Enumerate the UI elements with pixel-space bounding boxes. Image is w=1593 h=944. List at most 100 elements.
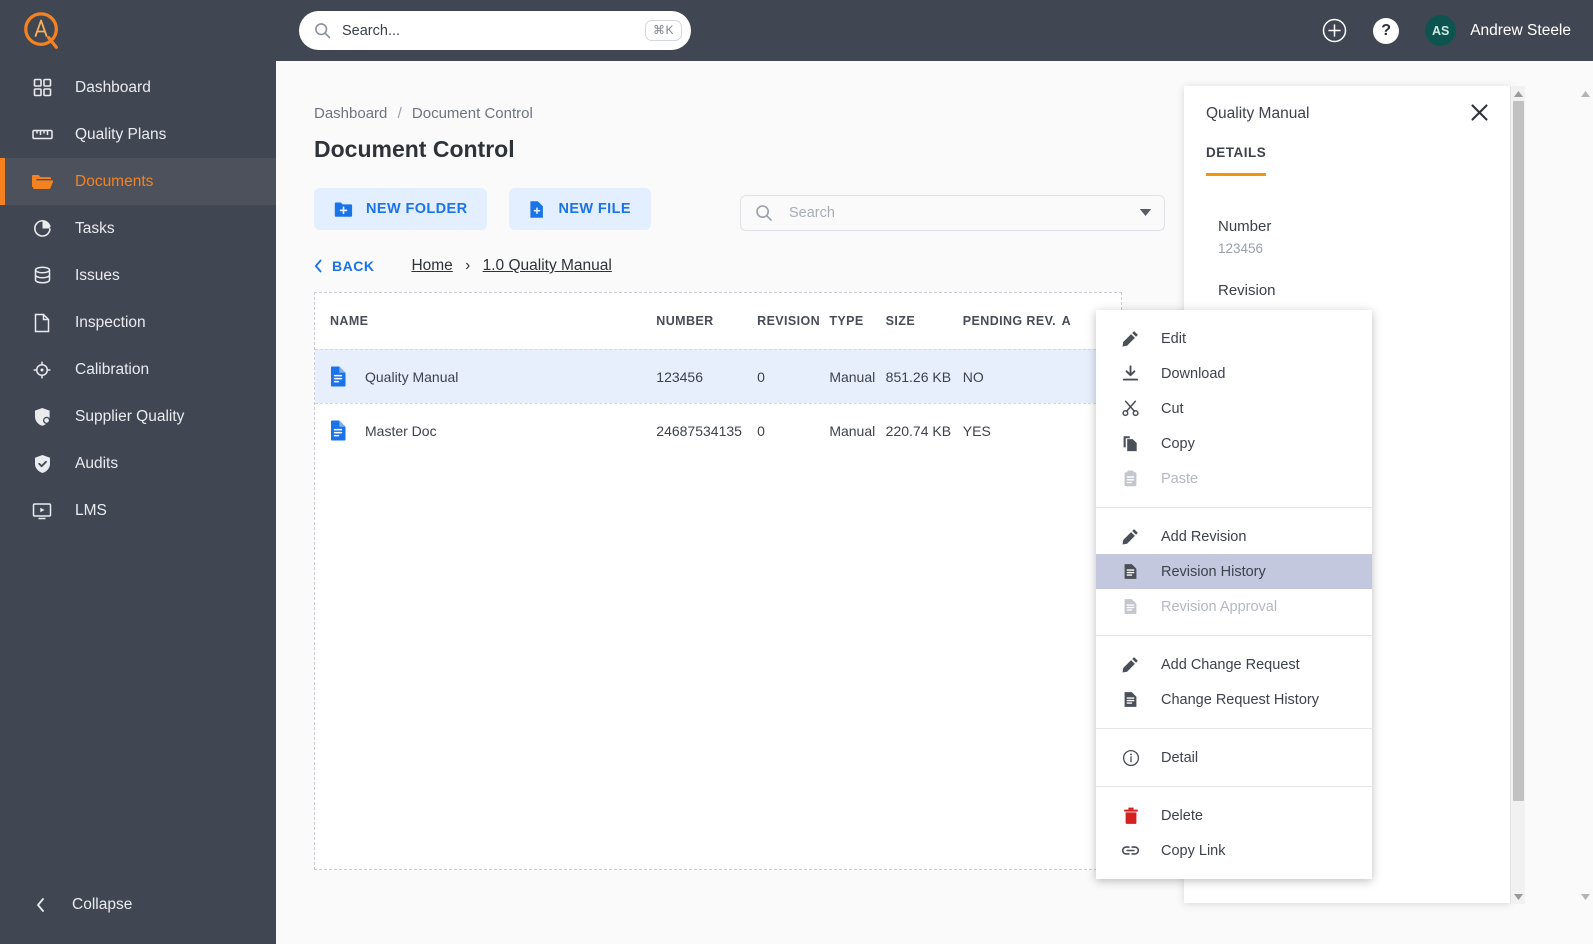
page-scrollbar[interactable]: [1578, 86, 1593, 904]
context-menu-item-copy-link[interactable]: Copy Link: [1096, 833, 1372, 868]
context-menu-item-add-change-request[interactable]: Add Change Request: [1096, 647, 1372, 682]
folder-path: Home › 1.0 Quality Manual: [411, 257, 611, 275]
context-menu-item-copy[interactable]: Copy: [1096, 426, 1372, 461]
sidebar-nav: Dashboard Quality Plans Documents Tasks …: [0, 64, 276, 534]
sidebar-item-dashboard[interactable]: Dashboard: [0, 64, 276, 111]
context-menu-item-change-request-history[interactable]: Change Request History: [1096, 682, 1372, 717]
top-bar: ⌘K ? AS Andrew Steele: [276, 0, 1593, 61]
table-row[interactable]: Quality Manual 123456 0 Manual 851.26 KB…: [315, 349, 1121, 403]
context-menu-item-edit[interactable]: Edit: [1096, 321, 1372, 356]
page-title: Document Control: [314, 136, 515, 162]
menu-item-label: Copy Link: [1161, 842, 1226, 859]
column-header-type[interactable]: TYPE: [829, 314, 885, 328]
new-folder-label: NEW FOLDER: [366, 201, 468, 217]
new-folder-button[interactable]: NEW FOLDER: [314, 188, 488, 230]
context-menu-item-delete[interactable]: Delete: [1096, 798, 1372, 833]
download-icon: [1120, 365, 1141, 382]
avatar[interactable]: AS: [1425, 15, 1457, 46]
breadcrumb-dashboard[interactable]: Dashboard: [314, 105, 387, 122]
document-context-menu: Edit Download Cut Copy Paste Add Revisio…: [1096, 310, 1372, 879]
context-menu-item-revision-history[interactable]: Revision History: [1096, 554, 1372, 589]
sidebar-item-documents[interactable]: Documents: [0, 158, 276, 205]
menu-item-label: Revision Approval: [1161, 598, 1278, 615]
folder-icon: [28, 170, 56, 194]
cell-size: 220.74 KB: [885, 422, 952, 439]
cell-type: Manual: [829, 422, 876, 439]
folder-navigation: BACK Home › 1.0 Quality Manual: [314, 257, 612, 275]
sidebar-item-tasks[interactable]: Tasks: [0, 205, 276, 252]
sidebar-collapse-button[interactable]: Collapse: [0, 888, 132, 922]
context-menu-item-detail[interactable]: Detail: [1096, 740, 1372, 775]
context-menu-item-download[interactable]: Download: [1096, 356, 1372, 391]
column-header-revision[interactable]: REVISION: [757, 314, 829, 328]
scroll-down-arrow-icon[interactable]: [1578, 889, 1593, 904]
sidebar: Dashboard Quality Plans Documents Tasks …: [0, 0, 276, 944]
chevron-down-icon[interactable]: [1139, 204, 1152, 222]
menu-item-label: Cut: [1161, 400, 1184, 417]
folder-path-current[interactable]: 1.0 Quality Manual: [483, 257, 612, 274]
field-label-revision: Revision: [1218, 282, 1276, 299]
table-row[interactable]: Master Doc 24687534135 0 Manual 220.74 K…: [315, 403, 1121, 457]
app-logo[interactable]: [18, 7, 68, 57]
menu-item-label: Copy: [1161, 435, 1195, 452]
file-plus-icon: [529, 200, 545, 219]
document-search-input[interactable]: [789, 205, 1139, 221]
sidebar-item-label: LMS: [75, 501, 107, 519]
document-search[interactable]: [740, 195, 1165, 231]
scroll-up-arrow-icon[interactable]: [1578, 86, 1593, 101]
pencil-icon: [1120, 656, 1141, 673]
context-menu-group: Add Change Request Change Request Histor…: [1096, 636, 1372, 729]
user-name[interactable]: Andrew Steele: [1470, 22, 1571, 40]
sidebar-collapse-label: Collapse: [72, 896, 133, 913]
column-header-name[interactable]: NAME: [330, 314, 656, 328]
sidebar-item-label: Documents: [75, 172, 154, 190]
menu-item-label: Delete: [1161, 807, 1203, 824]
sidebar-item-inspection[interactable]: Inspection: [0, 299, 276, 346]
sidebar-item-supplier-quality[interactable]: Supplier Quality: [0, 393, 276, 440]
sidebar-item-calibration[interactable]: Calibration: [0, 346, 276, 393]
column-header-size[interactable]: SIZE: [886, 314, 963, 328]
sidebar-item-quality-plans[interactable]: Quality Plans: [0, 111, 276, 158]
pie-clock-icon: [28, 217, 56, 241]
document-toolbar: NEW FOLDER NEW FILE: [314, 188, 673, 230]
details-panel-scrollbar[interactable]: [1510, 86, 1525, 904]
context-menu-item-cut[interactable]: Cut: [1096, 391, 1372, 426]
close-icon[interactable]: [1469, 102, 1490, 128]
document-file-icon: [330, 420, 347, 441]
sidebar-item-label: Calibration: [75, 360, 150, 378]
sidebar-item-label: Tasks: [75, 219, 115, 237]
context-menu-item-add-revision[interactable]: Add Revision: [1096, 519, 1372, 554]
sidebar-item-issues[interactable]: Issues: [0, 252, 276, 299]
database-icon: [28, 264, 56, 288]
context-menu-group: Delete Copy Link: [1096, 787, 1372, 879]
column-header-pending-rev[interactable]: PENDING REV.: [963, 314, 1062, 328]
appq-logo-icon: [24, 12, 58, 49]
new-file-button[interactable]: NEW FILE: [509, 188, 651, 230]
shield-check-icon: [28, 452, 56, 476]
pencil-icon: [1120, 330, 1141, 347]
question-mark-icon[interactable]: ?: [1373, 17, 1400, 44]
sidebar-item-label: Audits: [75, 454, 119, 472]
back-button[interactable]: BACK: [314, 258, 374, 274]
cell-number: 24687534135: [656, 422, 742, 439]
cell-name-text: Master Doc: [365, 422, 437, 439]
folder-path-home[interactable]: Home: [411, 257, 452, 274]
trash-icon: [1120, 807, 1141, 825]
menu-item-label: Download: [1161, 365, 1226, 382]
crosshair-icon: [28, 358, 56, 382]
scroll-up-arrow-icon[interactable]: [1511, 86, 1525, 101]
sidebar-item-lms[interactable]: LMS: [0, 487, 276, 534]
cell-name: Master Doc: [330, 420, 656, 441]
cell-pending-rev: NO: [962, 368, 984, 385]
global-search[interactable]: ⌘K: [299, 11, 691, 50]
tab-details[interactable]: DETAILS: [1206, 145, 1267, 176]
sidebar-item-label: Dashboard: [75, 78, 151, 96]
column-header-number[interactable]: NUMBER: [656, 314, 757, 328]
global-search-input[interactable]: [342, 22, 645, 39]
scrollbar-thumb[interactable]: [1513, 101, 1524, 801]
scroll-down-arrow-icon[interactable]: [1511, 889, 1526, 904]
menu-item-label: Paste: [1161, 470, 1199, 487]
plus-circle-icon[interactable]: [1322, 18, 1347, 43]
sidebar-item-audits[interactable]: Audits: [0, 440, 276, 487]
documents-table: NAME NUMBER REVISION TYPE SIZE PENDING R…: [314, 292, 1122, 870]
